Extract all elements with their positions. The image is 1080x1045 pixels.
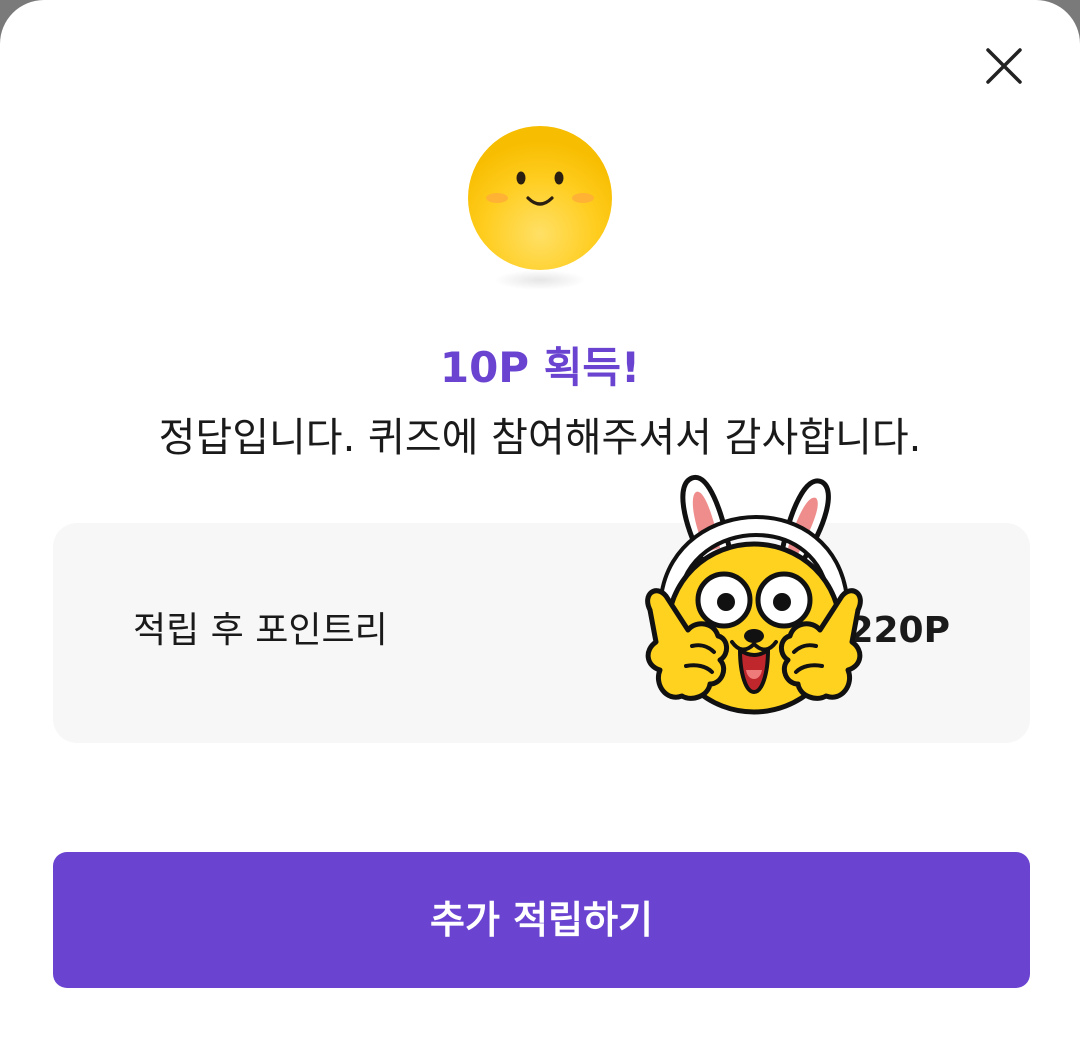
smiley-face-icon: [462, 122, 618, 298]
close-icon: [986, 48, 1022, 84]
points-label: 적립 후 포인트리: [133, 610, 388, 651]
result-message: 정답입니다. 퀴즈에 참여해주셔서 감사합니다.: [158, 415, 922, 461]
reward-title: 10P 획득!: [439, 343, 641, 392]
quiz-result-sheet: 10P 획득! 정답입니다. 퀴즈에 참여해주셔서 감사합니다. 적립 후 포인…: [0, 0, 1080, 1045]
points-summary: 적립 후 포인트리 ,220P: [53, 523, 1030, 743]
close-button[interactable]: [976, 38, 1032, 94]
earn-more-button[interactable]: 추가 적립하기: [53, 852, 1030, 988]
rabbit-ears-character-sticker: [636, 470, 872, 736]
